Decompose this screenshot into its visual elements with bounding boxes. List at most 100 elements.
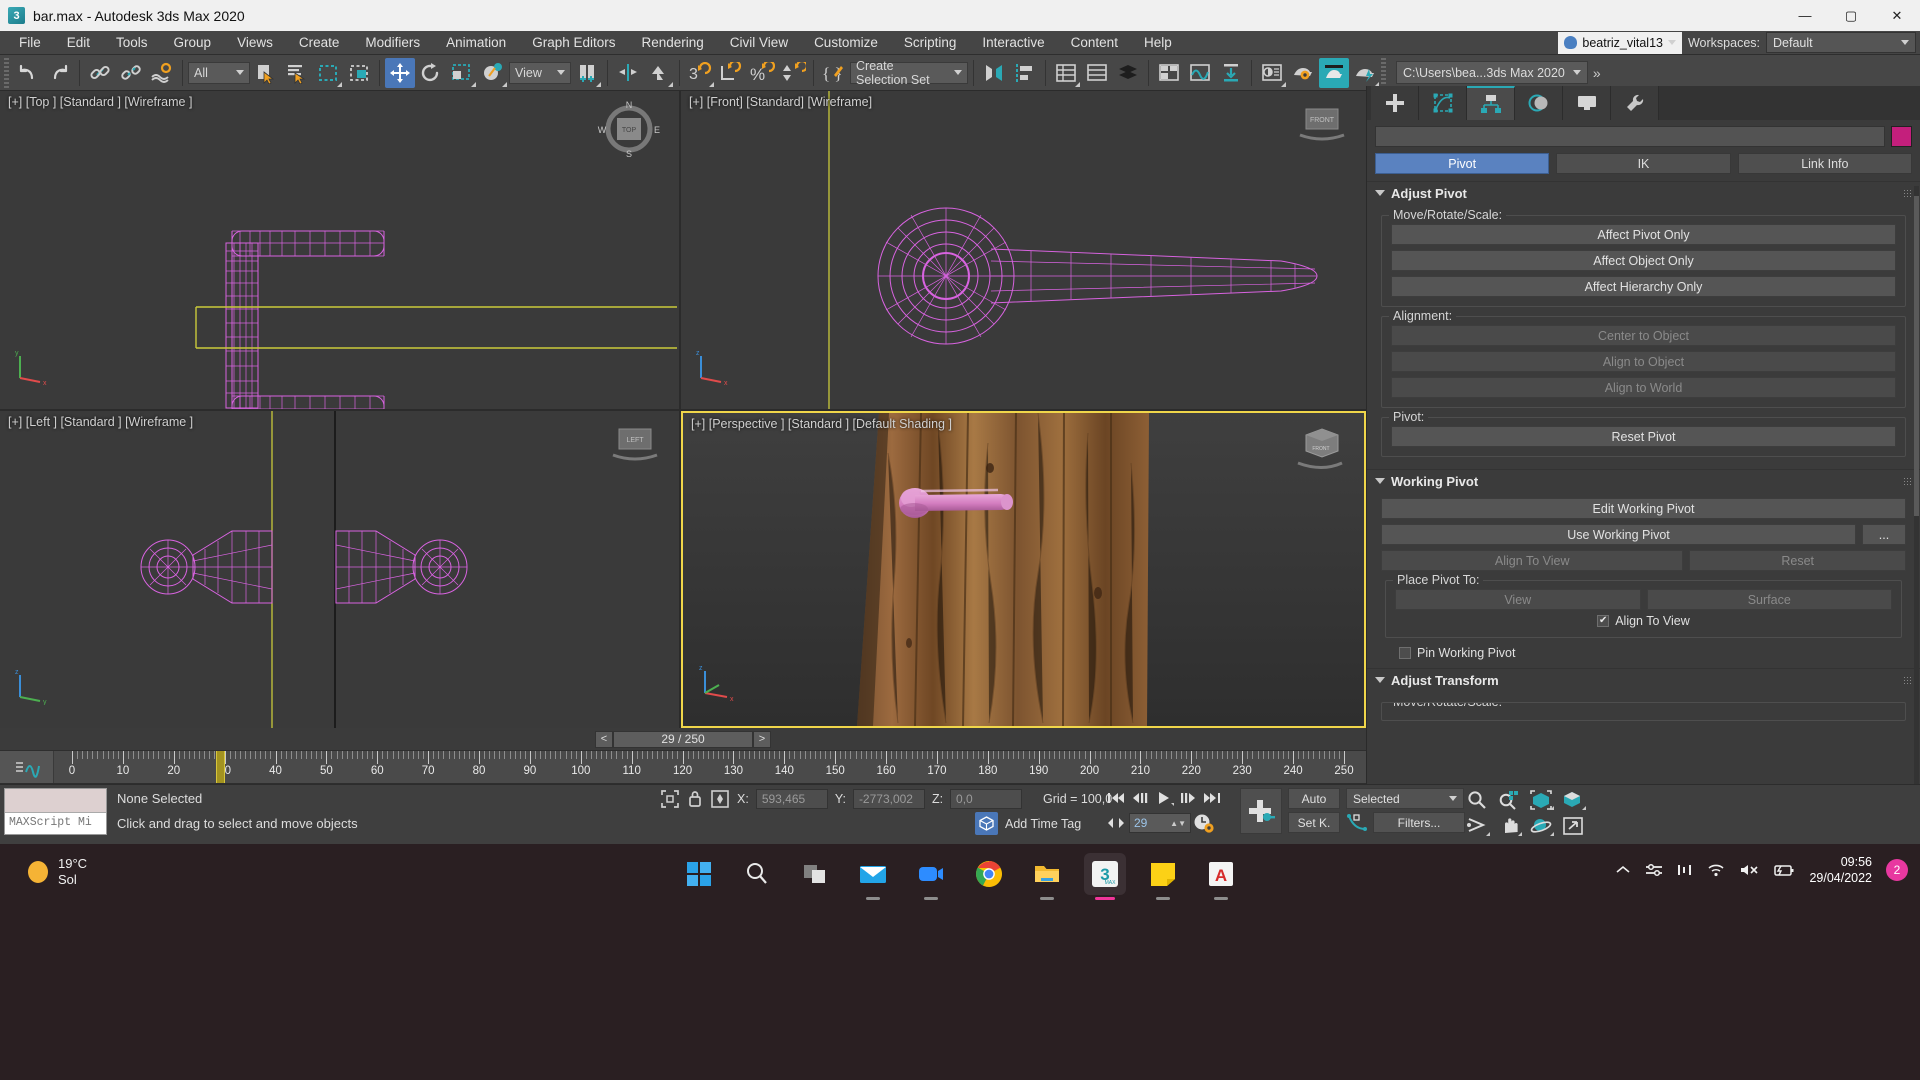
autocad-icon[interactable]: A — [1200, 853, 1242, 900]
command-panel-scrollbar[interactable] — [1914, 186, 1919, 784]
select-object-icon[interactable] — [251, 58, 281, 88]
layer-explorer-icon[interactable] — [1051, 58, 1081, 88]
hierarchy-tab[interactable] — [1467, 86, 1515, 120]
y-coordinate-field[interactable]: -2773,002 — [852, 789, 925, 809]
edit-working-pivot-button[interactable]: Edit Working Pivot — [1381, 498, 1906, 519]
use-center-flyout-icon[interactable] — [572, 58, 602, 88]
project-folder-select[interactable]: C:\Users\bea...3ds Max 2020 — [1396, 61, 1588, 84]
x-coordinate-field[interactable]: 593,465 — [755, 789, 828, 809]
object-name-field[interactable] — [1375, 126, 1885, 147]
chrome-icon[interactable] — [968, 853, 1010, 895]
render-production-icon[interactable] — [1350, 58, 1380, 88]
play-animation-button[interactable] — [1153, 787, 1175, 809]
bind-to-space-warp-icon[interactable] — [147, 58, 177, 88]
wifi-icon[interactable] — [1707, 863, 1725, 877]
align-to-view-button[interactable]: Align To View — [1381, 550, 1684, 571]
menu-rendering[interactable]: Rendering — [629, 31, 717, 55]
selection-filter-select[interactable]: All — [188, 61, 250, 84]
chevron-up-icon[interactable] — [1615, 863, 1631, 877]
percent-snap-icon[interactable]: % — [747, 58, 777, 88]
maxscript-input-pane[interactable]: MAXScript Mi — [5, 813, 106, 834]
adjust-pivot-header[interactable]: Adjust Pivot — [1367, 182, 1920, 204]
viewport-front-label[interactable]: [+] [Front] [Standard] [Wireframe] — [689, 95, 872, 109]
menu-edit[interactable]: Edit — [54, 31, 103, 55]
unlink-selection-icon[interactable] — [116, 58, 146, 88]
manage-layers-icon[interactable] — [1113, 58, 1143, 88]
maximize-viewport-icon[interactable] — [1558, 814, 1588, 838]
menu-file[interactable]: File — [6, 31, 54, 55]
file-explorer-icon[interactable] — [1026, 853, 1068, 900]
open-mini-curve-editor-button[interactable] — [0, 751, 54, 783]
spinner-snap-icon[interactable] — [778, 58, 808, 88]
zoom-icon[interactable] — [1462, 788, 1492, 812]
create-tab[interactable] — [1371, 86, 1419, 120]
notification-badge[interactable]: 2 — [1886, 859, 1908, 881]
command-panel-scroll-thumb[interactable] — [1914, 196, 1919, 516]
snaps-toggle-icon[interactable]: 3 — [685, 58, 715, 88]
time-configuration-icon[interactable] — [1193, 813, 1215, 833]
import-content-icon[interactable] — [1216, 58, 1246, 88]
zoom-extents-icon[interactable] — [1526, 788, 1556, 812]
undo-button[interactable] — [13, 58, 43, 88]
track-bar-ruler[interactable]: 0 10 20 30 40 50 60 70 80 90 100 110 120 130 140 150 160… — [54, 751, 1366, 783]
edit-named-selection-sets-icon[interactable]: { } — [819, 58, 849, 88]
reset-working-pivot-button[interactable]: Reset — [1689, 550, 1906, 571]
menu-customize[interactable]: Customize — [801, 31, 891, 55]
motion-tab[interactable] — [1515, 86, 1563, 120]
menu-help[interactable]: Help — [1131, 31, 1185, 55]
align-to-view-checkbox-row[interactable]: ✔ Align To View — [1395, 614, 1892, 628]
menu-graph-editors[interactable]: Graph Editors — [519, 31, 628, 55]
time-tag-icon[interactable] — [975, 812, 998, 835]
battery-charging-icon[interactable] — [1773, 863, 1795, 877]
workspace-select[interactable]: Default — [1766, 32, 1916, 53]
scene-explorer-icon[interactable] — [1082, 58, 1112, 88]
select-by-name-icon[interactable] — [282, 58, 312, 88]
select-and-scale-icon[interactable] — [447, 58, 477, 88]
mirror-icon[interactable] — [613, 58, 643, 88]
toolbar-overflow-button[interactable]: » — [1593, 65, 1601, 81]
next-frame-button[interactable] — [1177, 787, 1199, 809]
current-frame-field[interactable]: 29 ▲▼ — [1129, 813, 1191, 833]
align-icon[interactable] — [644, 58, 674, 88]
curve-editor-icon[interactable] — [1154, 58, 1184, 88]
pan-icon[interactable] — [1494, 814, 1524, 838]
center-to-object-button[interactable]: Center to Object — [1391, 325, 1896, 346]
go-to-end-button[interactable] — [1201, 787, 1223, 809]
affect-hierarchy-only-button[interactable]: Affect Hierarchy Only — [1391, 276, 1896, 297]
key-tangent-icon[interactable] — [1346, 813, 1368, 832]
key-filter-select[interactable]: Selected — [1346, 788, 1464, 809]
minimize-button[interactable]: — — [1782, 0, 1828, 31]
auto-key-button[interactable]: Auto — [1288, 788, 1340, 809]
orbit-icon[interactable] — [1526, 814, 1556, 838]
menu-civil-view[interactable]: Civil View — [717, 31, 801, 55]
named-selection-set-select[interactable]: Create Selection Set — [850, 59, 968, 87]
select-region-rectangle-icon[interactable] — [313, 58, 343, 88]
settings-sliders-icon[interactable] — [1645, 863, 1663, 877]
menu-animation[interactable]: Animation — [433, 31, 519, 55]
affect-object-only-button[interactable]: Affect Object Only — [1391, 250, 1896, 271]
viewport-top[interactable]: [+] [Top ] [Standard ] [Wireframe ] TOP … — [0, 91, 679, 409]
object-color-swatch[interactable] — [1891, 126, 1912, 147]
search-icon[interactable] — [736, 853, 778, 895]
viewport-top-label[interactable]: [+] [Top ] [Standard ] [Wireframe ] — [8, 95, 192, 109]
prev-frame-button[interactable]: < — [595, 730, 613, 748]
render-setup-icon[interactable] — [1288, 58, 1318, 88]
selection-lock-icon[interactable] — [687, 789, 703, 809]
drag-handle-icon[interactable] — [1903, 189, 1912, 198]
set-key-button[interactable]: Set K. — [1288, 812, 1340, 833]
add-time-tag-group[interactable]: Add Time Tag — [975, 812, 1081, 835]
key-mode-toggle-icon[interactable] — [1105, 815, 1127, 831]
set-keys-button[interactable] — [1240, 788, 1282, 834]
z-coordinate-field[interactable]: 0,0 — [950, 789, 1023, 809]
affect-pivot-only-button[interactable]: Affect Pivot Only — [1391, 224, 1896, 245]
viewcube-left[interactable]: LEFT — [605, 421, 665, 474]
reference-coordinate-system-select[interactable]: View — [509, 61, 571, 84]
zoom-all-icon[interactable] — [1494, 788, 1524, 812]
filters-button[interactable]: Filters... — [1373, 812, 1465, 833]
utilities-tab[interactable] — [1611, 86, 1659, 120]
viewport-perspective-label[interactable]: [+] [Perspective ] [Standard ] [Default … — [691, 417, 952, 431]
drag-handle-icon[interactable] — [1903, 477, 1912, 486]
weather-widget[interactable]: 19°C Sol — [28, 856, 87, 888]
maxscript-mini-listener[interactable]: MAXScript Mi — [4, 788, 107, 835]
align-to-world-button[interactable]: Align to World — [1391, 377, 1896, 398]
